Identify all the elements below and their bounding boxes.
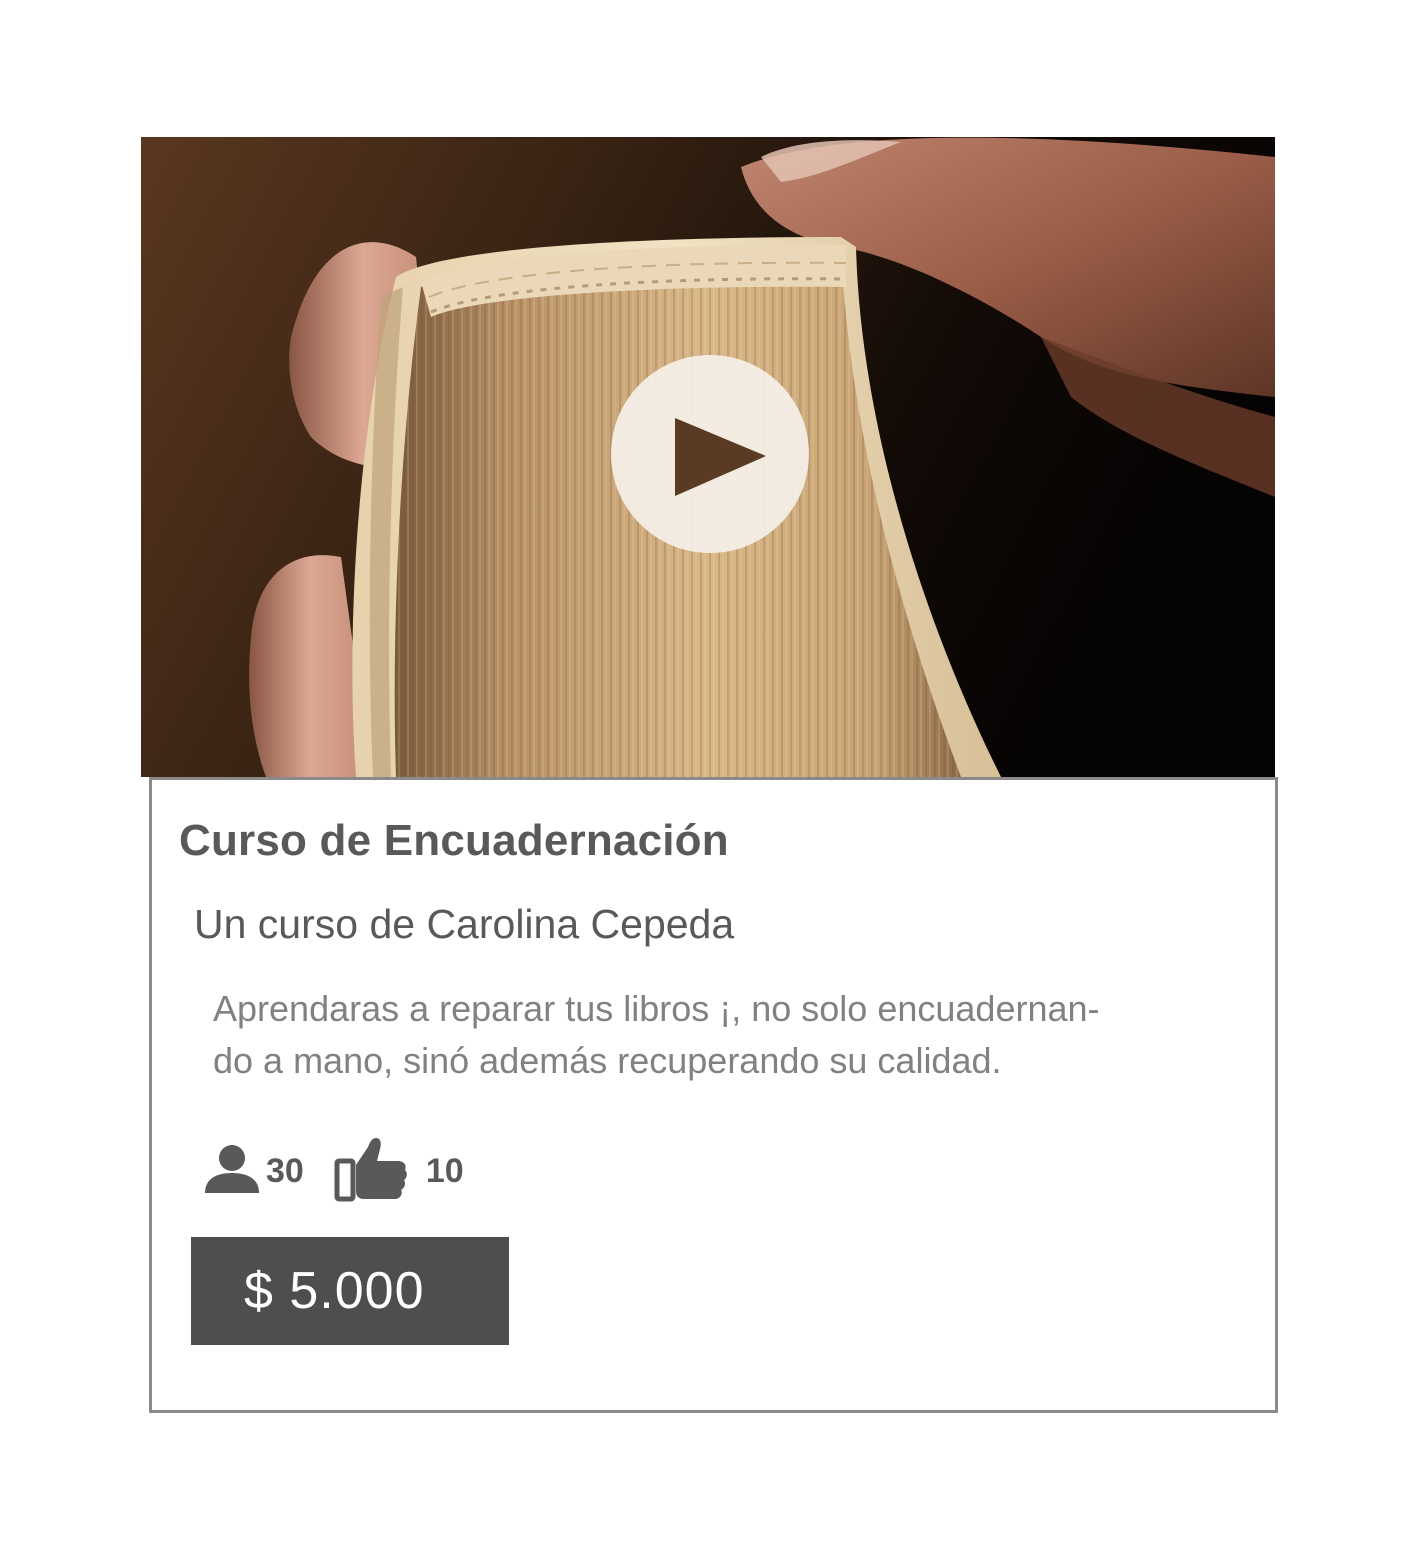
description-line: do a mano, sinó además recuperando su ca… bbox=[213, 1040, 1002, 1081]
course-description: Aprendaras a reparar tus libros ¡, no so… bbox=[213, 983, 1223, 1087]
price-button[interactable]: $ 5.000 bbox=[191, 1237, 509, 1345]
course-author: Un curso de Carolina Cepeda bbox=[194, 901, 735, 947]
person-icon bbox=[202, 1143, 262, 1200]
students-count: 30 bbox=[266, 1151, 304, 1190]
likes-count: 10 bbox=[425, 1151, 464, 1190]
course-stats: 30 10 bbox=[202, 1137, 464, 1205]
course-card: Curso de Encuadernación Un curso de Caro… bbox=[141, 137, 1278, 1413]
play-button[interactable] bbox=[611, 355, 809, 553]
play-icon bbox=[675, 418, 766, 496]
video-thumbnail[interactable] bbox=[141, 137, 1275, 777]
course-info-panel: Curso de Encuadernación Un curso de Caro… bbox=[149, 777, 1278, 1413]
description-line: Aprendaras a reparar tus libros ¡, no so… bbox=[213, 988, 1100, 1029]
thumbs-up-icon[interactable] bbox=[334, 1135, 410, 1208]
course-title: Curso de Encuadernación bbox=[179, 816, 729, 865]
